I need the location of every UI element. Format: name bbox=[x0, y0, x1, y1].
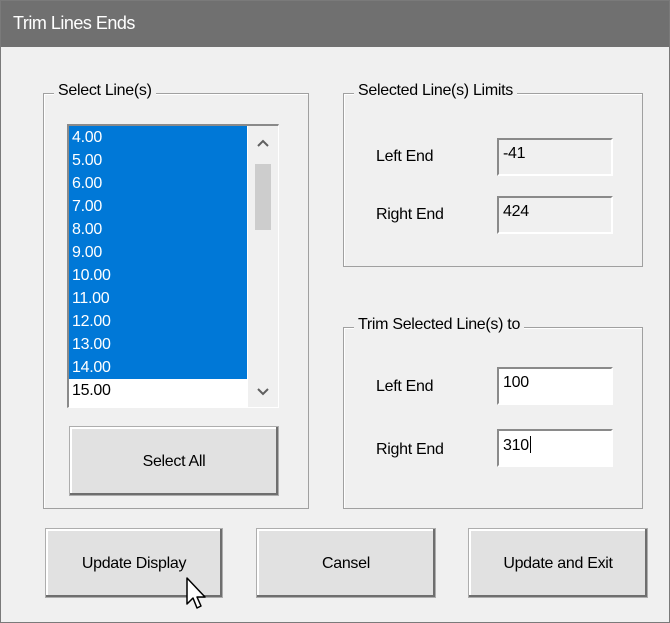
list-item[interactable]: 11.00 bbox=[69, 287, 247, 310]
list-item[interactable]: 14.00 bbox=[69, 356, 247, 379]
text-caret bbox=[529, 436, 531, 453]
list-item[interactable]: 4.00 bbox=[69, 126, 247, 149]
limits-right-label: Right End bbox=[376, 206, 444, 223]
update-and-exit-label: Update and Exit bbox=[503, 555, 613, 572]
trim-right-label: Right End bbox=[376, 441, 444, 458]
list-item[interactable]: 9.00 bbox=[69, 241, 247, 264]
list-item[interactable]: 10.00 bbox=[69, 264, 247, 287]
chevron-down-icon[interactable] bbox=[248, 377, 278, 407]
limits-left-value: -41 bbox=[497, 138, 613, 176]
trim-group: Trim Selected Line(s) to bbox=[343, 316, 643, 509]
update-display-label: Update Display bbox=[81, 555, 187, 572]
trim-right-input[interactable]: 310 bbox=[497, 429, 613, 467]
cancel-label: Cansel bbox=[321, 555, 370, 572]
trim-left-label: Left End bbox=[376, 378, 434, 395]
lines-list-items: 4.00 5.00 6.00 7.00 8.00 9.00 10.00 11.00 12.00 1… bbox=[69, 126, 247, 402]
select-all-button[interactable]: Select All bbox=[69, 426, 279, 496]
list-item[interactable]: 6.00 bbox=[69, 172, 247, 195]
scrollbar-thumb[interactable] bbox=[255, 164, 271, 230]
list-item[interactable]: 8.00 bbox=[69, 218, 247, 241]
cancel-button[interactable]: Cansel bbox=[256, 528, 436, 598]
title-bar[interactable]: Trim Lines Ends bbox=[1, 1, 669, 47]
trim-legend: Trim Selected Line(s) to bbox=[354, 316, 525, 334]
limits-right-text: 424 bbox=[503, 203, 529, 220]
trim-right-text: 310 bbox=[503, 437, 529, 454]
list-item[interactable]: 13.00 bbox=[69, 333, 247, 356]
chevron-up-icon[interactable] bbox=[248, 128, 278, 158]
trim-left-input[interactable]: 100 bbox=[497, 367, 613, 405]
list-item[interactable]: 12.00 bbox=[69, 310, 247, 333]
mouse-pointer-icon bbox=[186, 577, 206, 609]
lines-listbox[interactable]: 4.00 5.00 6.00 7.00 8.00 9.00 10.00 11.00 12.00 1… bbox=[67, 124, 279, 408]
list-item[interactable]: 7.00 bbox=[69, 195, 247, 218]
window-title: Trim Lines Ends bbox=[13, 13, 135, 33]
limits-right-value: 424 bbox=[497, 196, 613, 234]
update-and-exit-button[interactable]: Update and Exit bbox=[468, 528, 648, 598]
limits-left-label: Left End bbox=[376, 148, 434, 165]
trim-lines-dialog: Trim Lines Ends Select Line(s) 4.00 5.00 6… bbox=[0, 0, 670, 623]
list-item[interactable]: 5.00 bbox=[69, 149, 247, 172]
select-all-label: Select All bbox=[142, 453, 206, 470]
limits-left-text: -41 bbox=[503, 145, 526, 162]
list-scrollbar[interactable] bbox=[248, 126, 278, 407]
trim-left-text: 100 bbox=[503, 374, 529, 391]
limits-legend: Selected Line(s) Limits bbox=[354, 82, 517, 100]
limits-group: Selected Line(s) Limits bbox=[343, 82, 643, 267]
list-item[interactable]: 15.00 bbox=[69, 379, 247, 402]
select-lines-legend: Select Line(s) bbox=[54, 82, 156, 100]
